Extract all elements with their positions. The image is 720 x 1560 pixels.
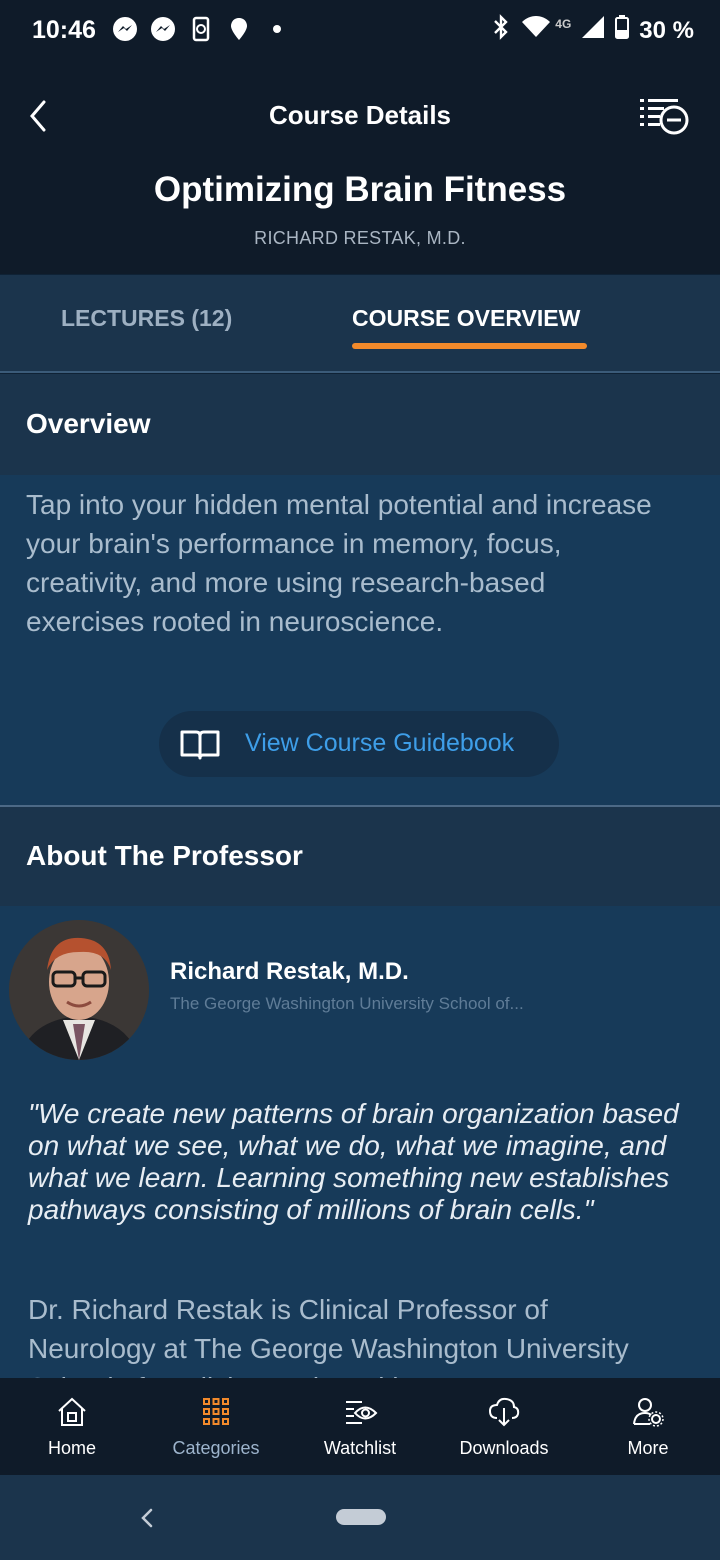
bottom-navigation: Home Categories Watchlist Downloads More	[0, 1378, 720, 1475]
location-pin-icon	[226, 16, 252, 42]
professor-body: Richard Restak, M.D. The George Washingt…	[0, 906, 720, 1378]
professor-heading: About The Professor	[26, 840, 303, 871]
status-bar: 10:46 4G 30 %	[0, 0, 720, 58]
nav-downloads-label: Downloads	[459, 1438, 549, 1458]
notification-icons	[112, 16, 290, 42]
course-title: Optimizing Brain Fitness	[153, 170, 567, 209]
phone-sync-icon	[188, 16, 214, 42]
professor-school: The George Washington University School …	[170, 994, 524, 1013]
view-guidebook-label: View Course Guidebook	[245, 729, 515, 757]
queue-remove-button[interactable]	[638, 96, 690, 138]
nav-home-label: Home	[47, 1438, 96, 1458]
watchlist-icon	[344, 1396, 378, 1428]
battery-icon	[615, 15, 630, 46]
user-settings-icon	[632, 1396, 664, 1428]
nav-downloads[interactable]: Downloads	[432, 1378, 576, 1475]
grid-icon	[200, 1396, 232, 1428]
system-home-pill[interactable]	[336, 1509, 386, 1525]
battery-percent: 30 %	[639, 16, 694, 44]
nav-watchlist[interactable]: Watchlist	[288, 1378, 432, 1475]
nav-more[interactable]: More	[576, 1378, 720, 1475]
nav-categories[interactable]: Categories	[144, 1378, 288, 1475]
download-cloud-icon	[488, 1396, 520, 1428]
page-title: Course Details	[268, 100, 452, 130]
professor-avatar[interactable]	[9, 920, 149, 1060]
home-icon	[56, 1396, 88, 1428]
network-label: 4G	[555, 16, 572, 31]
overview-body: Tap into your hidden mental potential an…	[0, 475, 720, 807]
overview-heading: Overview	[26, 408, 151, 439]
status-right: 4G 30 %	[491, 14, 694, 47]
nav-more-label: More	[627, 1438, 669, 1458]
bluetooth-icon	[491, 14, 511, 47]
dot-icon	[264, 16, 290, 42]
playlist-remove-icon	[640, 99, 689, 135]
status-time: 10:46	[32, 16, 96, 44]
professor-name[interactable]: Richard Restak, M.D.	[170, 958, 409, 986]
wifi-icon	[521, 15, 551, 46]
nav-home[interactable]: Home	[0, 1378, 144, 1475]
nav-watchlist-label: Watchlist	[323, 1438, 397, 1458]
book-icon	[179, 728, 221, 760]
tab-bar: LECTURES (12) COURSE OVERVIEW	[0, 275, 720, 373]
nav-categories-label: Categories	[172, 1438, 260, 1458]
overview-description: Tap into your hidden mental potential an…	[26, 489, 652, 637]
course-header: Course Details Optimizing Brain Fitness …	[0, 58, 720, 274]
messenger-icon	[150, 16, 176, 42]
view-guidebook-button[interactable]: View Course Guidebook	[159, 711, 559, 777]
professor-quote: "We create new patterns of brain organiz…	[28, 1098, 679, 1225]
chevron-left-icon	[141, 1508, 153, 1528]
signal-icon	[581, 15, 605, 46]
course-author: RICHARD RESTAK, M.D.	[254, 228, 466, 248]
active-tab-indicator	[352, 343, 587, 349]
tab-lectures[interactable]: LECTURES (12)	[61, 305, 232, 332]
professor-section-header: About The Professor	[0, 807, 720, 906]
overview-section-header: Overview	[0, 374, 720, 475]
system-back-button[interactable]	[138, 1507, 158, 1529]
system-navigation-bar	[0, 1475, 720, 1560]
professor-bio: Dr. Richard Restak is Clinical Professor…	[28, 1294, 629, 1378]
messenger-icon	[112, 16, 138, 42]
tab-course-overview[interactable]: COURSE OVERVIEW	[352, 305, 580, 332]
